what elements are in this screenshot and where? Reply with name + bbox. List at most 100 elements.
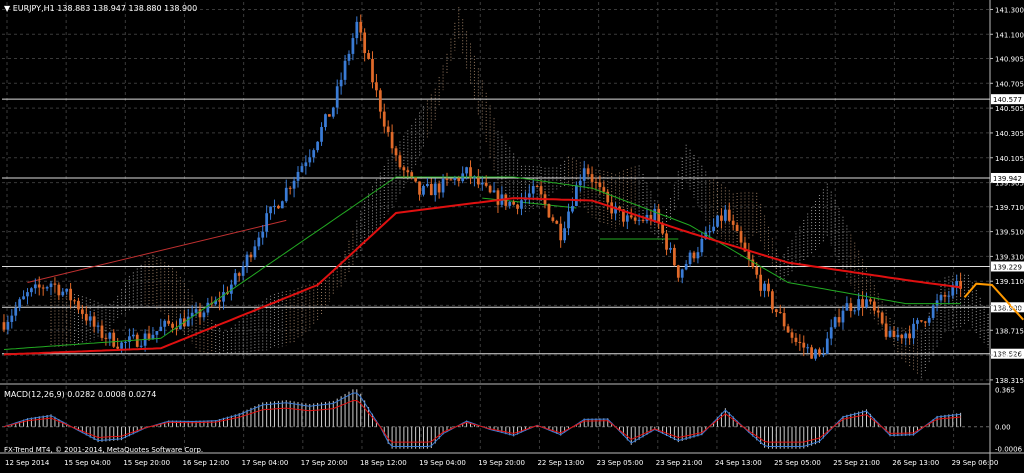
symbol-header: ▼ EURJPY,H1 138.883 138.947 138.880 138.… (4, 4, 197, 13)
candle-body (343, 60, 347, 80)
candle-body (426, 183, 429, 186)
candle-body (84, 313, 88, 321)
candle-body (739, 231, 743, 243)
dropdown-triangle-icon[interactable]: ▼ (4, 4, 10, 13)
candle-body (916, 320, 919, 324)
candle-body (81, 309, 84, 314)
macd-label: MACD(12,26,9) 0.0282 0.0008 0.0274 (4, 390, 157, 399)
x-tick-label: 15 Sep 20:00 (123, 459, 170, 467)
candle-body (88, 316, 92, 321)
candle-body (488, 185, 492, 193)
candle-body (567, 211, 570, 229)
candle-body (77, 300, 80, 310)
candle-body (465, 167, 468, 174)
candle-body (422, 185, 425, 195)
y-tick-label: 139.310 (995, 253, 1024, 261)
candle-body (155, 331, 159, 335)
candle-body (249, 254, 253, 258)
candle-body (429, 183, 433, 196)
candle-body (492, 190, 496, 193)
macd-tick-label: 0.365 (995, 386, 1015, 394)
candle-body (818, 349, 821, 355)
candle-body (49, 283, 53, 288)
candle-body (194, 309, 198, 313)
macd-tick-label: 0.00 (995, 424, 1011, 432)
candle-body (927, 317, 931, 323)
candle-body (629, 215, 633, 218)
candle-body (888, 330, 892, 337)
candle-body (755, 266, 759, 275)
candle-body (653, 208, 657, 221)
candle-body (292, 180, 296, 189)
candle-body (865, 299, 868, 308)
x-tick-label: 29 Sep 06:00 (952, 459, 999, 467)
candle-body (57, 284, 61, 296)
candle-body (551, 217, 555, 221)
candle-body (837, 317, 841, 323)
y-tick-label: 138.715 (995, 327, 1024, 335)
candle-body (563, 228, 566, 241)
candle-body (418, 181, 421, 195)
candle-body (26, 292, 29, 297)
candle-body (845, 303, 849, 311)
candle-body (347, 53, 351, 61)
candle-body (222, 292, 225, 302)
candle-body (449, 179, 453, 181)
candle-body (676, 265, 680, 278)
candle-body (120, 342, 123, 349)
candle-body (778, 312, 782, 314)
candle-body (139, 345, 143, 347)
candle-body (696, 252, 700, 259)
candle-body (735, 224, 739, 232)
candle-body (100, 325, 104, 338)
copyright-text: FX-Trend MT4, © 2001-2014, MetaQuotes So… (4, 446, 204, 454)
candle-body (328, 114, 331, 117)
time-axis: 12 Sep 2014 15 Sep 04:00 15 Sep 20:00 16 Se… (5, 459, 998, 467)
candle-body (586, 168, 590, 175)
candle-body (771, 291, 774, 310)
candle-body (480, 182, 484, 185)
candle-body (880, 312, 884, 324)
candle-body (363, 32, 367, 54)
candle-body (669, 247, 672, 250)
candle-body (253, 246, 257, 258)
candle-body (759, 274, 763, 291)
candle-body (147, 333, 151, 339)
candle-body (402, 167, 406, 171)
candle-body (288, 187, 292, 189)
candle-body (692, 252, 696, 259)
x-tick-label: 15 Sep 04:00 (64, 459, 111, 467)
candle-body (727, 209, 731, 221)
candle-body (841, 310, 845, 323)
y-tick-label: 141.100 (995, 31, 1024, 39)
y-tick-label: 140.905 (995, 55, 1024, 63)
candle-body (825, 338, 829, 355)
candle-body (316, 141, 319, 151)
y-tick-label: 140.305 (995, 130, 1024, 138)
x-tick-label: 25 Sep 21:00 (833, 459, 880, 467)
candle-body (786, 326, 790, 333)
candle-body (378, 90, 382, 112)
y-tick-label: 141.300 (995, 6, 1024, 14)
candle-body (633, 217, 637, 221)
candle-body (861, 299, 864, 308)
candle-body (955, 281, 959, 286)
candle-body (73, 300, 76, 302)
x-tick-label: 19 Sep 20:00 (478, 459, 525, 467)
candle-body (441, 178, 445, 193)
candle-body (594, 181, 598, 183)
candle-body (367, 53, 370, 59)
candle-body (355, 21, 359, 39)
candle-body (571, 205, 574, 212)
candle-body (665, 233, 668, 250)
candle-body (602, 187, 606, 192)
candle-body (135, 334, 139, 347)
chart-root[interactable]: 140.577 139.942 139.229 138.900 138.526 141.… (0, 0, 1024, 469)
candle-body (794, 337, 798, 342)
candle-body (284, 187, 288, 202)
candle-body (912, 323, 915, 339)
candle-body (947, 295, 951, 297)
candle-body (716, 215, 719, 227)
candle-body (582, 168, 586, 181)
candle-body (590, 174, 594, 182)
